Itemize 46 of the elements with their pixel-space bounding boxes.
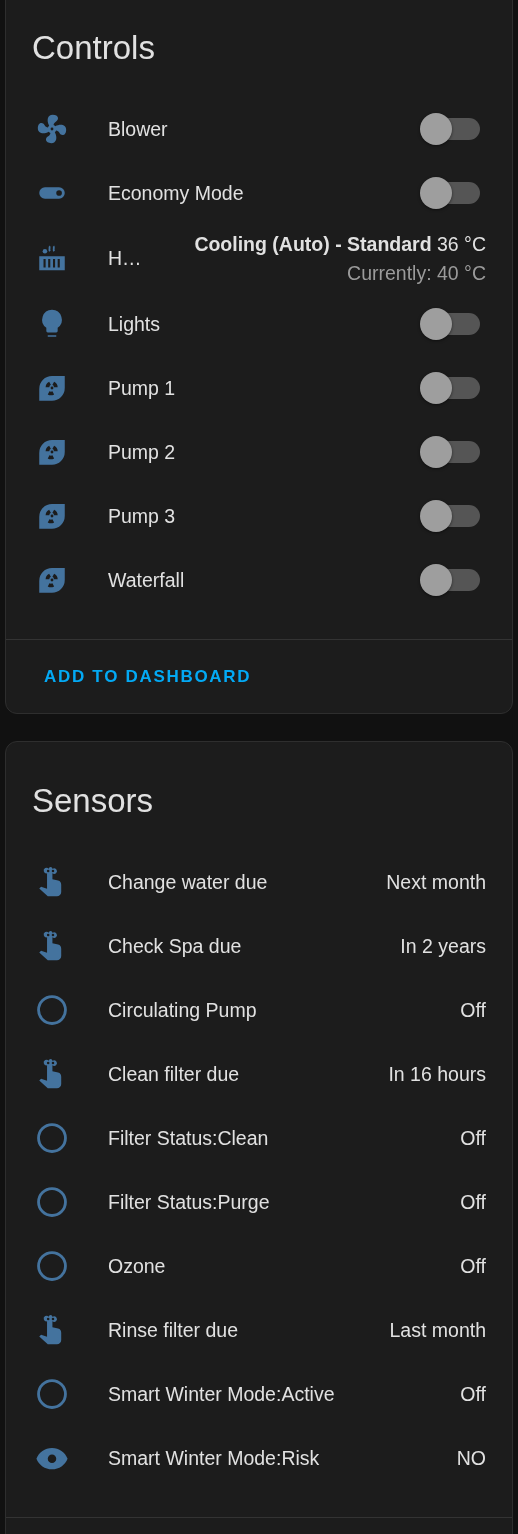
circle-icon [35, 993, 69, 1027]
card-title: Controls [31, 28, 156, 68]
toggle-switch[interactable] [420, 499, 480, 533]
sensor-name[interactable]: Rinse filter due [108, 1318, 390, 1342]
toggle-switch[interactable] [420, 112, 480, 146]
sensor-value: Off [460, 1382, 486, 1406]
sensor-name[interactable]: Check Spa due [108, 934, 401, 958]
toggle-switch[interactable] [420, 371, 480, 405]
sensor-value: In 16 hours [388, 1062, 486, 1086]
sensor-name[interactable]: Clean filter due [108, 1062, 389, 1086]
circle-icon [35, 1185, 69, 1219]
sensor-value: Next month [386, 870, 486, 894]
sensor-name[interactable]: Ozone [108, 1254, 461, 1278]
circle-icon [35, 1377, 69, 1411]
circle-icon [35, 1121, 69, 1155]
circle-icon [35, 1249, 69, 1283]
fan-icon [35, 112, 69, 146]
toggle-switch[interactable] [420, 563, 480, 597]
sensor-value: Off [460, 1254, 486, 1278]
sensor-value: Off [460, 998, 486, 1022]
toggle-switch[interactable] [420, 176, 480, 210]
sensor-value: Off [460, 1126, 486, 1150]
entity-name[interactable]: Economy Mode [108, 181, 420, 205]
sensor-value: In 2 years [400, 934, 486, 958]
sensor-name[interactable]: Smart Winter Mode:Active [108, 1382, 461, 1406]
card-title: Sensors [31, 781, 155, 821]
entity-name[interactable]: Pump 3 [108, 504, 420, 528]
sensor-value: Last month [389, 1318, 486, 1342]
entity-name[interactable]: Pump 2 [108, 440, 420, 464]
sensor-value: NO [456, 1446, 486, 1470]
entity-name[interactable]: H… [108, 247, 195, 270]
sensor-name[interactable]: Filter Status:Clean [108, 1126, 461, 1150]
sensor-name[interactable]: Change water due [108, 870, 387, 894]
sensor-value: Off [460, 1190, 486, 1214]
toggle-switch[interactable] [420, 435, 480, 469]
entity-name[interactable]: Waterfall [108, 568, 420, 592]
add-to-dashboard-button[interactable]: ADD TO DASHBOARD [36, 658, 260, 695]
climate-state: Cooling (Auto) - Standard 36 °C [194, 232, 486, 256]
sensor-name[interactable]: Smart Winter Mode:Risk [108, 1446, 457, 1470]
sensor-name[interactable]: Circulating Pump [108, 998, 461, 1022]
current-temperature: Currently: 40 °C [347, 261, 486, 285]
entity-name[interactable]: Blower [108, 117, 420, 141]
sensor-name[interactable]: Filter Status:Purge [108, 1190, 461, 1214]
entity-name[interactable]: Pump 1 [108, 376, 420, 400]
entity-name[interactable]: Lights [108, 312, 420, 336]
toggle-switch[interactable] [420, 307, 480, 341]
